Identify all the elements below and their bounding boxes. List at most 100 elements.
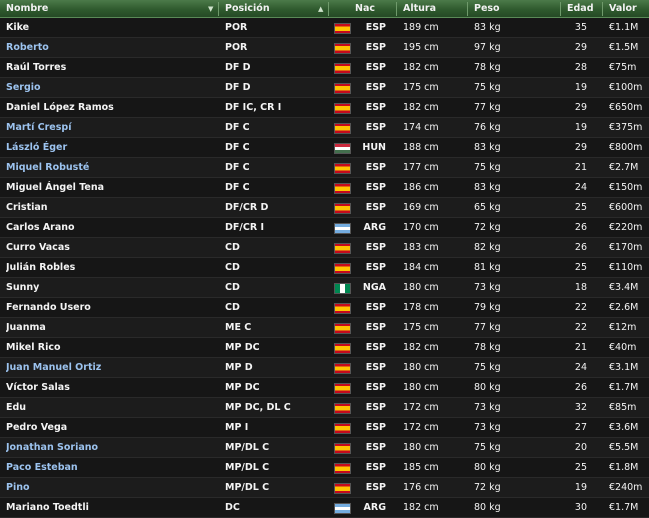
player-value: €375m: [609, 122, 643, 133]
player-nationality[interactable]: ESP: [356, 298, 386, 318]
player-row[interactable]: Juan Manuel Ortiz MP D ESP 180 cm 75 kg 24 €3.…: [0, 358, 649, 378]
player-nationality[interactable]: ESP: [356, 258, 386, 278]
player-name[interactable]: László Éger: [6, 138, 216, 158]
player-nationality[interactable]: ESP: [356, 338, 386, 358]
player-name[interactable]: Miguel Ángel Tena: [6, 178, 216, 198]
column-header-altura[interactable]: Altura: [403, 0, 463, 18]
player-name[interactable]: Kike: [6, 18, 216, 38]
player-name[interactable]: Julián Robles: [6, 258, 216, 278]
player-name[interactable]: Juanma: [6, 318, 216, 338]
player-name[interactable]: Jonathan Soriano: [6, 438, 216, 458]
player-row[interactable]: Martí Crespí DF C ESP 174 cm 76 kg 19 €375m: [0, 118, 649, 138]
player-row[interactable]: Miguel Ángel Tena DF C ESP 186 cm 83 kg 24 €15…: [0, 178, 649, 198]
player-value: €3.6M: [609, 422, 639, 433]
player-name[interactable]: Raúl Torres: [6, 58, 216, 78]
player-name[interactable]: Daniel López Ramos: [6, 98, 216, 118]
player-name[interactable]: Pino: [6, 478, 216, 498]
column-header-nac[interactable]: Nac: [355, 0, 395, 18]
player-height: 174 cm: [403, 122, 439, 133]
player-weight: 81 kg: [474, 262, 501, 273]
player-nationality[interactable]: HUN: [356, 138, 386, 158]
player-name[interactable]: Carlos Arano: [6, 218, 216, 238]
player-row[interactable]: Sunny CD NGA 180 cm 73 kg 18 €3.4M: [0, 278, 649, 298]
player-name[interactable]: Juan Manuel Ortiz: [6, 358, 216, 378]
player-weight: 83 kg: [474, 182, 501, 193]
player-row[interactable]: Mikel Rico MP DC ESP 182 cm 78 kg 21 €40m: [0, 338, 649, 358]
player-name[interactable]: Mikel Rico: [6, 338, 216, 358]
player-nationality[interactable]: ESP: [356, 238, 386, 258]
player-name[interactable]: Sergio: [6, 78, 216, 98]
player-row[interactable]: Julián Robles CD ESP 184 cm 81 kg 25 €110m: [0, 258, 649, 278]
player-name[interactable]: Mariano Toedtli: [6, 498, 216, 518]
player-row[interactable]: Pino MP/DL C ESP 176 cm 72 kg 19 €240m: [0, 478, 649, 498]
player-name[interactable]: Cristian: [6, 198, 216, 218]
player-nationality[interactable]: ESP: [356, 78, 386, 98]
player-nationality[interactable]: ARG: [356, 218, 386, 238]
player-row[interactable]: Daniel López Ramos DF IC, CR I ESP 182 cm 77…: [0, 98, 649, 118]
player-name[interactable]: Víctor Salas: [6, 378, 216, 398]
player-name[interactable]: Roberto: [6, 38, 216, 58]
player-height: 177 cm: [403, 162, 439, 173]
player-row[interactable]: Edu MP DC, DL C ESP 172 cm 73 kg 32 €85m: [0, 398, 649, 418]
table-header: Nombre ▼ Posición ▲ Nac Altura Peso Edad…: [0, 0, 649, 18]
column-header-peso[interactable]: Peso: [474, 0, 534, 18]
player-value: €3.1M: [609, 362, 639, 373]
player-row[interactable]: Carlos Arano DF/CR I ARG 170 cm 72 kg 26 €220m: [0, 218, 649, 238]
player-nationality[interactable]: ESP: [356, 198, 386, 218]
player-row[interactable]: Roberto POR ESP 195 cm 97 kg 29 €1.5M: [0, 38, 649, 58]
player-nationality[interactable]: ESP: [356, 178, 386, 198]
player-row[interactable]: Paco Esteban MP/DL C ESP 185 cm 80 kg 25 €1.8M: [0, 458, 649, 478]
player-nationality[interactable]: ESP: [356, 378, 386, 398]
player-nationality[interactable]: ESP: [356, 358, 386, 378]
player-nationality[interactable]: ESP: [356, 118, 386, 138]
player-name[interactable]: Sunny: [6, 278, 216, 298]
column-header-nombre[interactable]: Nombre: [6, 0, 216, 18]
player-weight: 75 kg: [474, 82, 501, 93]
player-name[interactable]: Pedro Vega: [6, 418, 216, 438]
player-row[interactable]: Mariano Toedtli DC ARG 182 cm 80 kg 30 €1.7M: [0, 498, 649, 518]
column-header-valor[interactable]: Valor: [609, 0, 649, 18]
player-row[interactable]: Curro Vacas CD ESP 183 cm 82 kg 26 €170m: [0, 238, 649, 258]
player-nationality[interactable]: ESP: [356, 458, 386, 478]
player-nationality[interactable]: ESP: [356, 318, 386, 338]
player-nationality[interactable]: ESP: [356, 478, 386, 498]
player-name[interactable]: Miquel Robusté: [6, 158, 216, 178]
player-row[interactable]: Víctor Salas MP DC ESP 180 cm 80 kg 26 €1.7M: [0, 378, 649, 398]
player-row[interactable]: Fernando Usero CD ESP 178 cm 79 kg 22 €2.6M: [0, 298, 649, 318]
player-nationality[interactable]: ESP: [356, 418, 386, 438]
column-header-edad[interactable]: Edad: [567, 0, 597, 18]
player-position: DF D: [225, 62, 251, 73]
player-nationality[interactable]: ESP: [356, 398, 386, 418]
player-height: 185 cm: [403, 462, 439, 473]
column-header-posicion[interactable]: Posición: [225, 0, 325, 18]
player-position: CD: [225, 302, 240, 313]
player-row[interactable]: Kike POR ESP 189 cm 83 kg 35 €1.1M: [0, 18, 649, 38]
player-row[interactable]: Jonathan Soriano MP/DL C ESP 180 cm 75 kg 20 €…: [0, 438, 649, 458]
player-row[interactable]: Pedro Vega MP I ESP 172 cm 73 kg 27 €3.6M: [0, 418, 649, 438]
player-name[interactable]: Curro Vacas: [6, 238, 216, 258]
player-nationality[interactable]: ESP: [356, 158, 386, 178]
player-row[interactable]: Cristian DF/CR D ESP 169 cm 65 kg 25 €600m: [0, 198, 649, 218]
chevron-down-icon[interactable]: ▼: [208, 0, 213, 18]
player-row[interactable]: Miquel Robusté DF C ESP 177 cm 75 kg 21 €2.7M: [0, 158, 649, 178]
player-row[interactable]: László Éger DF C HUN 188 cm 83 kg 29 €800m: [0, 138, 649, 158]
player-position: POR: [225, 22, 248, 33]
player-row[interactable]: Sergio DF D ESP 175 cm 75 kg 19 €100m: [0, 78, 649, 98]
player-name[interactable]: Edu: [6, 398, 216, 418]
player-nationality[interactable]: ESP: [356, 98, 386, 118]
player-nationality[interactable]: ESP: [356, 438, 386, 458]
sort-ascending-icon[interactable]: ▲: [318, 0, 323, 18]
player-name[interactable]: Martí Crespí: [6, 118, 216, 138]
player-nationality[interactable]: ESP: [356, 58, 386, 78]
player-name[interactable]: Fernando Usero: [6, 298, 216, 318]
player-nationality[interactable]: ARG: [356, 498, 386, 518]
player-name[interactable]: Paco Esteban: [6, 458, 216, 478]
player-height: 172 cm: [403, 422, 439, 433]
flag-esp-icon: [334, 343, 351, 354]
player-nationality[interactable]: ESP: [356, 38, 386, 58]
player-nationality[interactable]: ESP: [356, 18, 386, 38]
player-row[interactable]: Juanma ME C ESP 175 cm 77 kg 22 €12m: [0, 318, 649, 338]
player-row[interactable]: Raúl Torres DF D ESP 182 cm 78 kg 28 €75m: [0, 58, 649, 78]
player-nationality[interactable]: NGA: [356, 278, 386, 298]
player-value: €110m: [609, 262, 643, 273]
